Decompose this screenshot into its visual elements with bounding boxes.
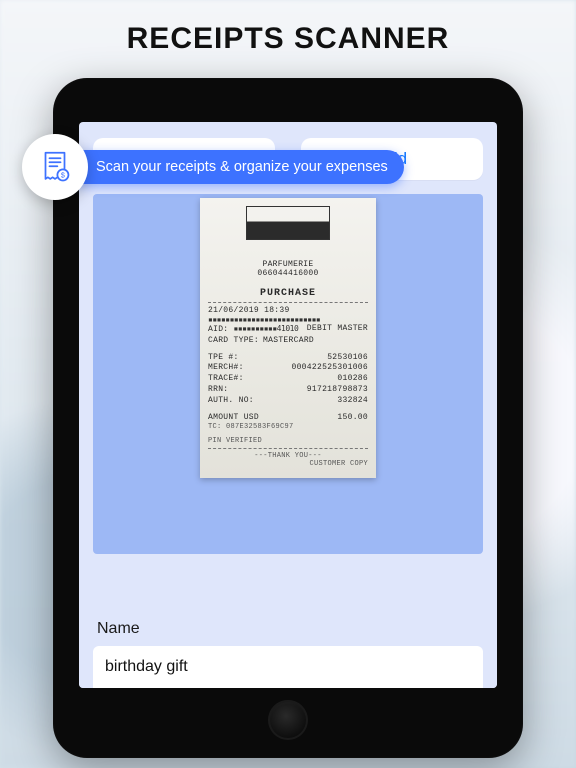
receipt-preview-area: PARFUMERIE 066044416000 PURCHASE 21/06/2… (93, 194, 483, 554)
receipt-icon: $ (22, 134, 88, 200)
receipt-row: RRN:917218798873 (208, 385, 368, 396)
merchant-logo (246, 206, 330, 240)
receipt-thanks: ---THANK YOU--- (208, 452, 368, 460)
receipt-masked-line: ▪▪▪▪▪▪▪▪▪▪▪▪▪▪▪▪▪▪▪▪▪▪▪▪▪▪ (208, 315, 368, 324)
hero-title: RECEIPTS SCANNER (0, 0, 576, 56)
receipt-card-type: CARD TYPE: MASTERCARD (208, 336, 368, 347)
merchant-name: PARFUMERIE (208, 260, 368, 269)
app-screen: Cancel Add PARFUMERIE 066044416000 PURCH… (79, 122, 497, 688)
merchant-code: 066044416000 (208, 269, 368, 278)
receipt-image: PARFUMERIE 066044416000 PURCHASE 21/06/2… (200, 198, 376, 478)
receipt-pin: PIN VERIFIED (208, 437, 368, 445)
receipt-row: MERCH#:000422525301006 (208, 363, 368, 374)
receipt-copy: CUSTOMER COPY (208, 460, 368, 468)
svg-text:$: $ (61, 171, 65, 179)
receipt-heading: PURCHASE (208, 288, 368, 299)
receipt-datetime: 21/06/2019 18:39 (208, 306, 368, 315)
receipt-tc: TC: 087E32583F69C97 (208, 423, 368, 432)
receipt-amount: AMOUNT USD 150.00 (208, 413, 368, 424)
receipt-row: TRACE#:010286 (208, 374, 368, 385)
name-input[interactable] (93, 646, 483, 688)
receipt-row: TPE #:52530106 (208, 353, 368, 364)
receipt-row: AUTH. NO:332824 (208, 396, 368, 407)
receipt-aid: AID: ▪▪▪▪▪▪▪▪▪▪41010 DEBIT MASTER (208, 324, 368, 336)
promo-text: Scan your receipts & organize your expen… (68, 150, 404, 184)
name-label: Name (97, 620, 479, 638)
promo-callout: $ Scan your receipts & organize your exp… (22, 134, 404, 200)
form-area: Name (79, 606, 497, 688)
